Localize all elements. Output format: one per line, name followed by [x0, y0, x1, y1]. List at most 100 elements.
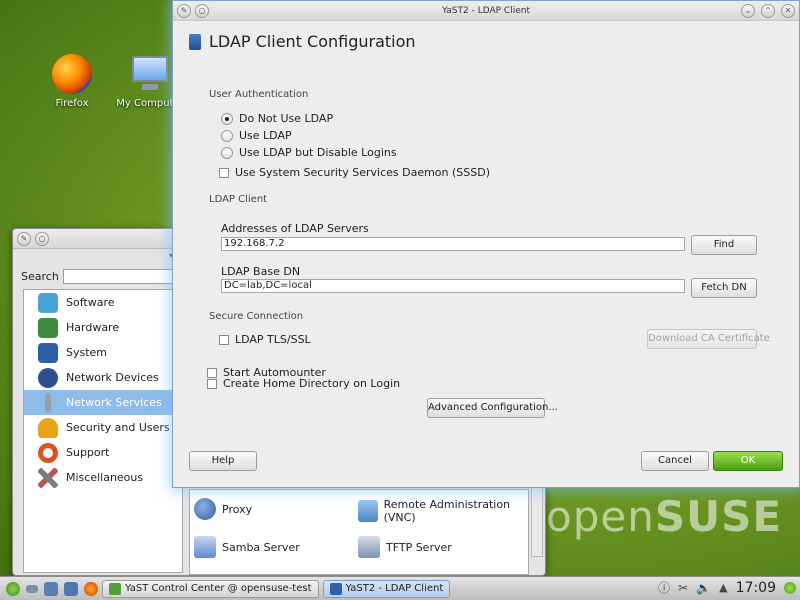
category-support[interactable]: Support	[24, 440, 182, 465]
page-title-text: LDAP Client Configuration	[209, 32, 416, 51]
download-ca-certificate-button[interactable]: Download CA Certificate	[647, 329, 770, 349]
search-input[interactable]	[62, 269, 189, 284]
radio-label: Do Not Use LDAP	[239, 112, 334, 125]
base-dn-label: LDAP Base DN	[221, 265, 301, 278]
find-button[interactable]: Find	[691, 235, 757, 255]
pin-icon[interactable]: ○	[195, 4, 209, 18]
category-system[interactable]: System	[24, 340, 182, 365]
vnc-icon	[358, 500, 378, 522]
radio-indicator[interactable]	[221, 129, 233, 142]
maximize-icon[interactable]: ⌃	[761, 4, 775, 18]
checkbox-box[interactable]	[219, 167, 229, 178]
checkbox-label: LDAP TLS/SSL	[235, 333, 311, 346]
module-label: Proxy	[222, 502, 253, 516]
window-menu-icon[interactable]: ✎	[17, 231, 31, 246]
servers-input[interactable]: 192.168.7.2	[221, 237, 685, 251]
radio-use-ldap-disable-logins[interactable]: Use LDAP but Disable Logins	[221, 146, 397, 159]
checkbox-ldap-tls[interactable]: LDAP TLS/SSL	[219, 333, 311, 346]
window-title: YaST2 - LDAP Client	[442, 6, 530, 16]
software-icon	[38, 292, 58, 313]
system-tray: ⓘ ✂ 🔈 ▲ 17:09	[658, 579, 796, 596]
checkbox-sssd[interactable]: Use System Security Services Daemon (SSS…	[219, 166, 490, 179]
base-dn-input[interactable]: DC=lab,DC=local	[221, 279, 685, 293]
network-devices-icon	[38, 367, 58, 388]
category-security-and-users[interactable]: Security and Users	[24, 415, 182, 440]
notifications-icon[interactable]: ▲	[719, 581, 727, 594]
clock[interactable]: 17:09	[736, 580, 776, 596]
support-icon	[38, 442, 58, 463]
search-label: Search	[21, 270, 59, 283]
tftp-icon	[358, 536, 380, 558]
category-miscellaneous[interactable]: Miscellaneous	[24, 465, 182, 490]
category-label: Support	[66, 446, 110, 459]
desktop-icon[interactable]	[44, 581, 58, 596]
category-hardware[interactable]: Hardware	[24, 315, 182, 340]
category-label: System	[66, 346, 108, 359]
window-menu-icon[interactable]: ✎	[177, 4, 191, 18]
ok-button[interactable]: OK	[713, 451, 783, 471]
volume-icon[interactable]: 🔈	[696, 581, 711, 595]
fetch-dn-button[interactable]: Fetch DN	[691, 278, 757, 298]
advanced-configuration-button[interactable]: Advanced Configuration...	[427, 398, 558, 418]
checkbox-box[interactable]	[207, 378, 217, 389]
module-list: Proxy Remote Administration (VNC) Samba …	[189, 489, 529, 575]
checkbox-box[interactable]	[219, 334, 229, 345]
file-manager-icon[interactable]	[64, 581, 78, 596]
network-services-icon	[45, 392, 51, 413]
search-bar: Search	[21, 269, 189, 284]
ldap-client-section-title: LDAP Client	[209, 194, 268, 205]
radio-do-not-use-ldap[interactable]: Do Not Use LDAP	[221, 112, 333, 125]
ldap-client-dialog: ✎ ○ YaST2 - LDAP Client ⌄ ⌃ ✕ LDAP Clien…	[172, 0, 800, 488]
pin-icon[interactable]: ○	[35, 231, 49, 246]
category-label: Software	[66, 296, 115, 309]
checkbox-box[interactable]	[207, 367, 217, 378]
radio-indicator[interactable]	[221, 146, 233, 159]
task-label: YaST Control Center @ opensuse-test	[125, 583, 312, 594]
category-software[interactable]: Software	[24, 290, 182, 315]
category-list: Software Hardware System Network Devices…	[23, 289, 183, 573]
ldap-client-icon	[329, 582, 342, 595]
category-label: Network Services	[66, 396, 162, 409]
task-ldap-client[interactable]: YaST2 - LDAP Client	[322, 579, 451, 598]
firefox-taskbar-icon[interactable]	[84, 581, 98, 596]
radio-label: Use LDAP	[239, 129, 292, 142]
minimize-icon[interactable]: ⌄	[741, 4, 755, 18]
samba-icon	[194, 536, 216, 558]
checkbox-label: Create Home Directory on Login	[223, 377, 401, 390]
category-network-devices[interactable]: Network Devices	[24, 365, 182, 390]
radio-indicator[interactable]	[221, 112, 233, 125]
category-label: Hardware	[66, 321, 120, 334]
task-yast-control-center[interactable]: YaST Control Center @ opensuse-test	[102, 579, 319, 598]
yast-icon	[109, 582, 121, 595]
info-icon[interactable]: ⓘ	[658, 579, 670, 596]
checkbox-create-home-directory[interactable]: Create Home Directory on Login	[207, 377, 400, 390]
dialog-titlebar[interactable]: ✎ ○ YaST2 - LDAP Client ⌄ ⌃ ✕	[173, 1, 799, 21]
hardware-icon	[38, 317, 58, 338]
activity-icon[interactable]	[26, 584, 38, 593]
module-proxy[interactable]: Proxy	[194, 498, 252, 520]
clipboard-icon[interactable]: ✂	[678, 581, 688, 595]
computer-icon	[130, 54, 170, 94]
page-title: LDAP Client Configuration	[189, 32, 416, 51]
cancel-button[interactable]: Cancel	[641, 451, 709, 471]
application-launcher-icon[interactable]	[6, 581, 20, 596]
help-button[interactable]: Help	[189, 451, 257, 471]
module-tftp-server[interactable]: TFTP Server	[358, 536, 452, 558]
system-icon	[38, 342, 58, 363]
radio-use-ldap[interactable]: Use LDAP	[221, 129, 292, 142]
module-label: Remote Administration (VNC)	[383, 498, 511, 524]
module-scrollbar[interactable]	[531, 483, 543, 557]
secure-connection-section-title: Secure Connection	[209, 311, 304, 322]
category-label: Security and Users	[66, 421, 170, 434]
module-remote-administration[interactable]: Remote Administration (VNC)	[358, 498, 528, 524]
panel-toolbox-icon[interactable]	[784, 581, 796, 594]
category-network-services[interactable]: Network Services	[24, 390, 182, 415]
module-samba-server[interactable]: Samba Server	[194, 536, 300, 558]
firefox-icon	[52, 54, 92, 94]
checkbox-label: Use System Security Services Daemon (SSS…	[235, 166, 491, 179]
category-label: Network Devices	[66, 371, 159, 384]
radio-label: Use LDAP but Disable Logins	[239, 146, 397, 159]
category-label: Miscellaneous	[66, 471, 144, 484]
desktop-icon-firefox[interactable]: Firefox	[34, 54, 110, 109]
close-icon[interactable]: ✕	[781, 4, 795, 18]
